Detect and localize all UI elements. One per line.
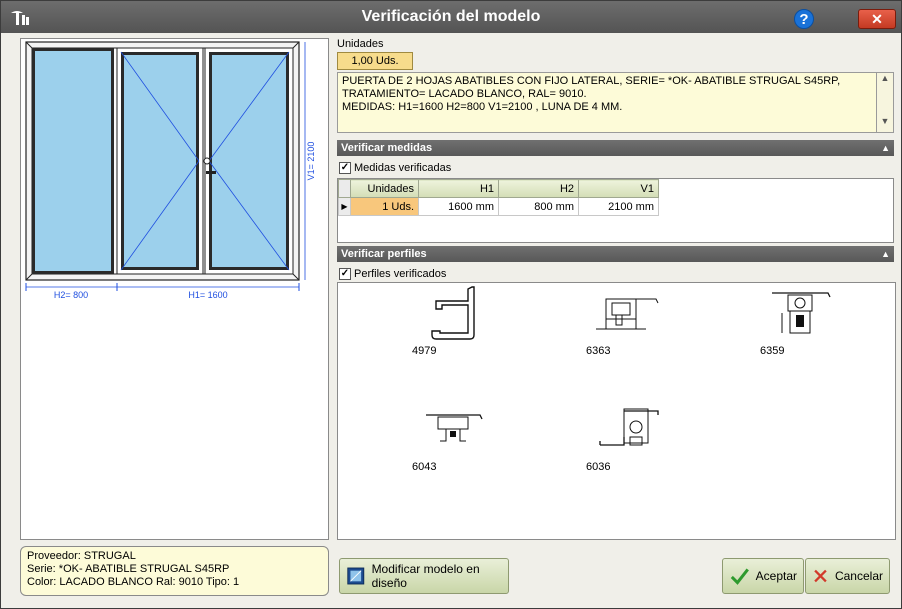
column-header-h2[interactable]: H2: [498, 179, 579, 198]
profile-code: 6359: [760, 345, 785, 357]
cell-h2[interactable]: 800 mm: [498, 197, 579, 216]
measures-grid: Unidades H1 H2 V1 ▶ 1 Uds. 1600 mm 800 m…: [337, 178, 894, 243]
help-button[interactable]: ?: [794, 9, 814, 29]
cell-v1[interactable]: 2100 mm: [578, 197, 659, 216]
profiles-verified-label: Perfiles verificados: [354, 268, 447, 280]
measures-section-header[interactable]: Verificar medidas ▲: [337, 140, 894, 156]
checkbox-checked-icon[interactable]: ✓: [339, 268, 351, 280]
series-line: Serie: *OK- ABATIBLE STRUGAL S45RP: [27, 563, 230, 575]
profile-code: 4979: [412, 345, 437, 357]
profile-section-icon: [426, 414, 483, 442]
cancel-x-icon: [814, 569, 827, 583]
accept-label: Aceptar: [755, 569, 797, 583]
measures-verified-checkbox[interactable]: ✓ Medidas verificadas: [339, 161, 451, 175]
grid-header-row: Unidades H1 H2 V1: [338, 179, 659, 198]
profile-item[interactable]: 6359: [760, 285, 880, 375]
door-drawing: H2= 800 H1= 1600 V1= 2100: [25, 41, 316, 299]
title-bar: Verificación del modelo ? ✕: [1, 1, 901, 33]
current-row-arrow-icon: ▶: [338, 197, 351, 216]
door-handle: [206, 171, 216, 174]
cancel-label: Cancelar: [834, 569, 883, 583]
dimension-h1: H1= 1600: [188, 290, 227, 299]
profile-item[interactable]: 6036: [586, 401, 706, 491]
collapse-icon[interactable]: ▲: [881, 246, 890, 262]
window-title: Verificación del modelo: [361, 8, 541, 25]
supplier-line: Proveedor: STRUGAL: [27, 550, 136, 562]
profiles-section-title: Verificar perfiles: [341, 248, 427, 260]
profile-section-icon: [596, 298, 659, 330]
profile-code: 6043: [412, 461, 437, 473]
units-value-field[interactable]: 1,00 Uds.: [337, 52, 413, 70]
cell-h1[interactable]: 1600 mm: [418, 197, 499, 216]
profiles-panel: 4979 6363 6359 6043 6036: [337, 282, 896, 540]
profiles-section-header[interactable]: Verificar perfiles ▲: [337, 246, 894, 262]
profile-code: 6363: [586, 345, 611, 357]
column-header-units[interactable]: Unidades: [350, 179, 419, 198]
profile-item[interactable]: 4979: [412, 285, 532, 375]
description-scrollbar[interactable]: ▲ ▼: [877, 72, 894, 133]
dimension-h2: H2= 800: [54, 290, 88, 299]
model-description[interactable]: PUERTA DE 2 HOJAS ABATIBLES CON FIJO LAT…: [337, 72, 877, 133]
leaf-right-glass: [212, 55, 286, 267]
leaf-left-glass: [124, 55, 196, 267]
scroll-up-icon[interactable]: ▲: [877, 73, 893, 83]
close-button[interactable]: ✕: [858, 9, 896, 29]
accept-button[interactable]: Aceptar: [722, 558, 804, 594]
cancel-button[interactable]: Cancelar: [805, 558, 890, 594]
checkbox-checked-icon[interactable]: ✓: [339, 162, 351, 174]
cell-units[interactable]: 1 Uds.: [350, 197, 419, 216]
profile-section-icon: [772, 292, 831, 334]
model-drawing-panel: H2= 800 H1= 1600 V1= 2100: [20, 38, 329, 540]
column-header-h1[interactable]: H1: [418, 179, 499, 198]
table-row[interactable]: ▶ 1 Uds. 1600 mm 800 mm 2100 mm: [338, 197, 659, 216]
modify-model-button[interactable]: Modificar modelo en diseño: [339, 558, 509, 594]
checkmark-icon: [730, 568, 749, 585]
collapse-icon[interactable]: ▲: [881, 140, 890, 156]
supplier-info-box: Proveedor: STRUGAL Serie: *OK- ABATIBLE …: [20, 546, 329, 596]
measures-verified-label: Medidas verificadas: [354, 162, 452, 174]
verification-dialog: Verificación del modelo ? ✕ H2= 800 H1= …: [0, 0, 902, 609]
profiles-verified-checkbox[interactable]: ✓ Perfiles verificados: [339, 267, 446, 281]
profile-code: 6036: [586, 461, 611, 473]
profile-section-icon: [599, 408, 659, 446]
profile-item[interactable]: 6043: [412, 401, 532, 491]
column-header-v1[interactable]: V1: [578, 179, 659, 198]
modify-model-label: Modificar modelo en diseño: [371, 562, 480, 590]
scroll-down-icon[interactable]: ▼: [877, 116, 893, 126]
profile-item[interactable]: 6363: [586, 285, 706, 375]
profile-section-icon: [431, 286, 475, 340]
color-line: Color: LACADO BLANCO Ral: 9010 Tipo: 1: [27, 576, 240, 588]
row-indicator-header: [338, 179, 351, 198]
dimension-v1: V1= 2100: [306, 142, 316, 181]
edit-model-icon: [347, 567, 365, 585]
units-label: Unidades: [337, 38, 384, 50]
measures-section-title: Verificar medidas: [341, 142, 433, 154]
